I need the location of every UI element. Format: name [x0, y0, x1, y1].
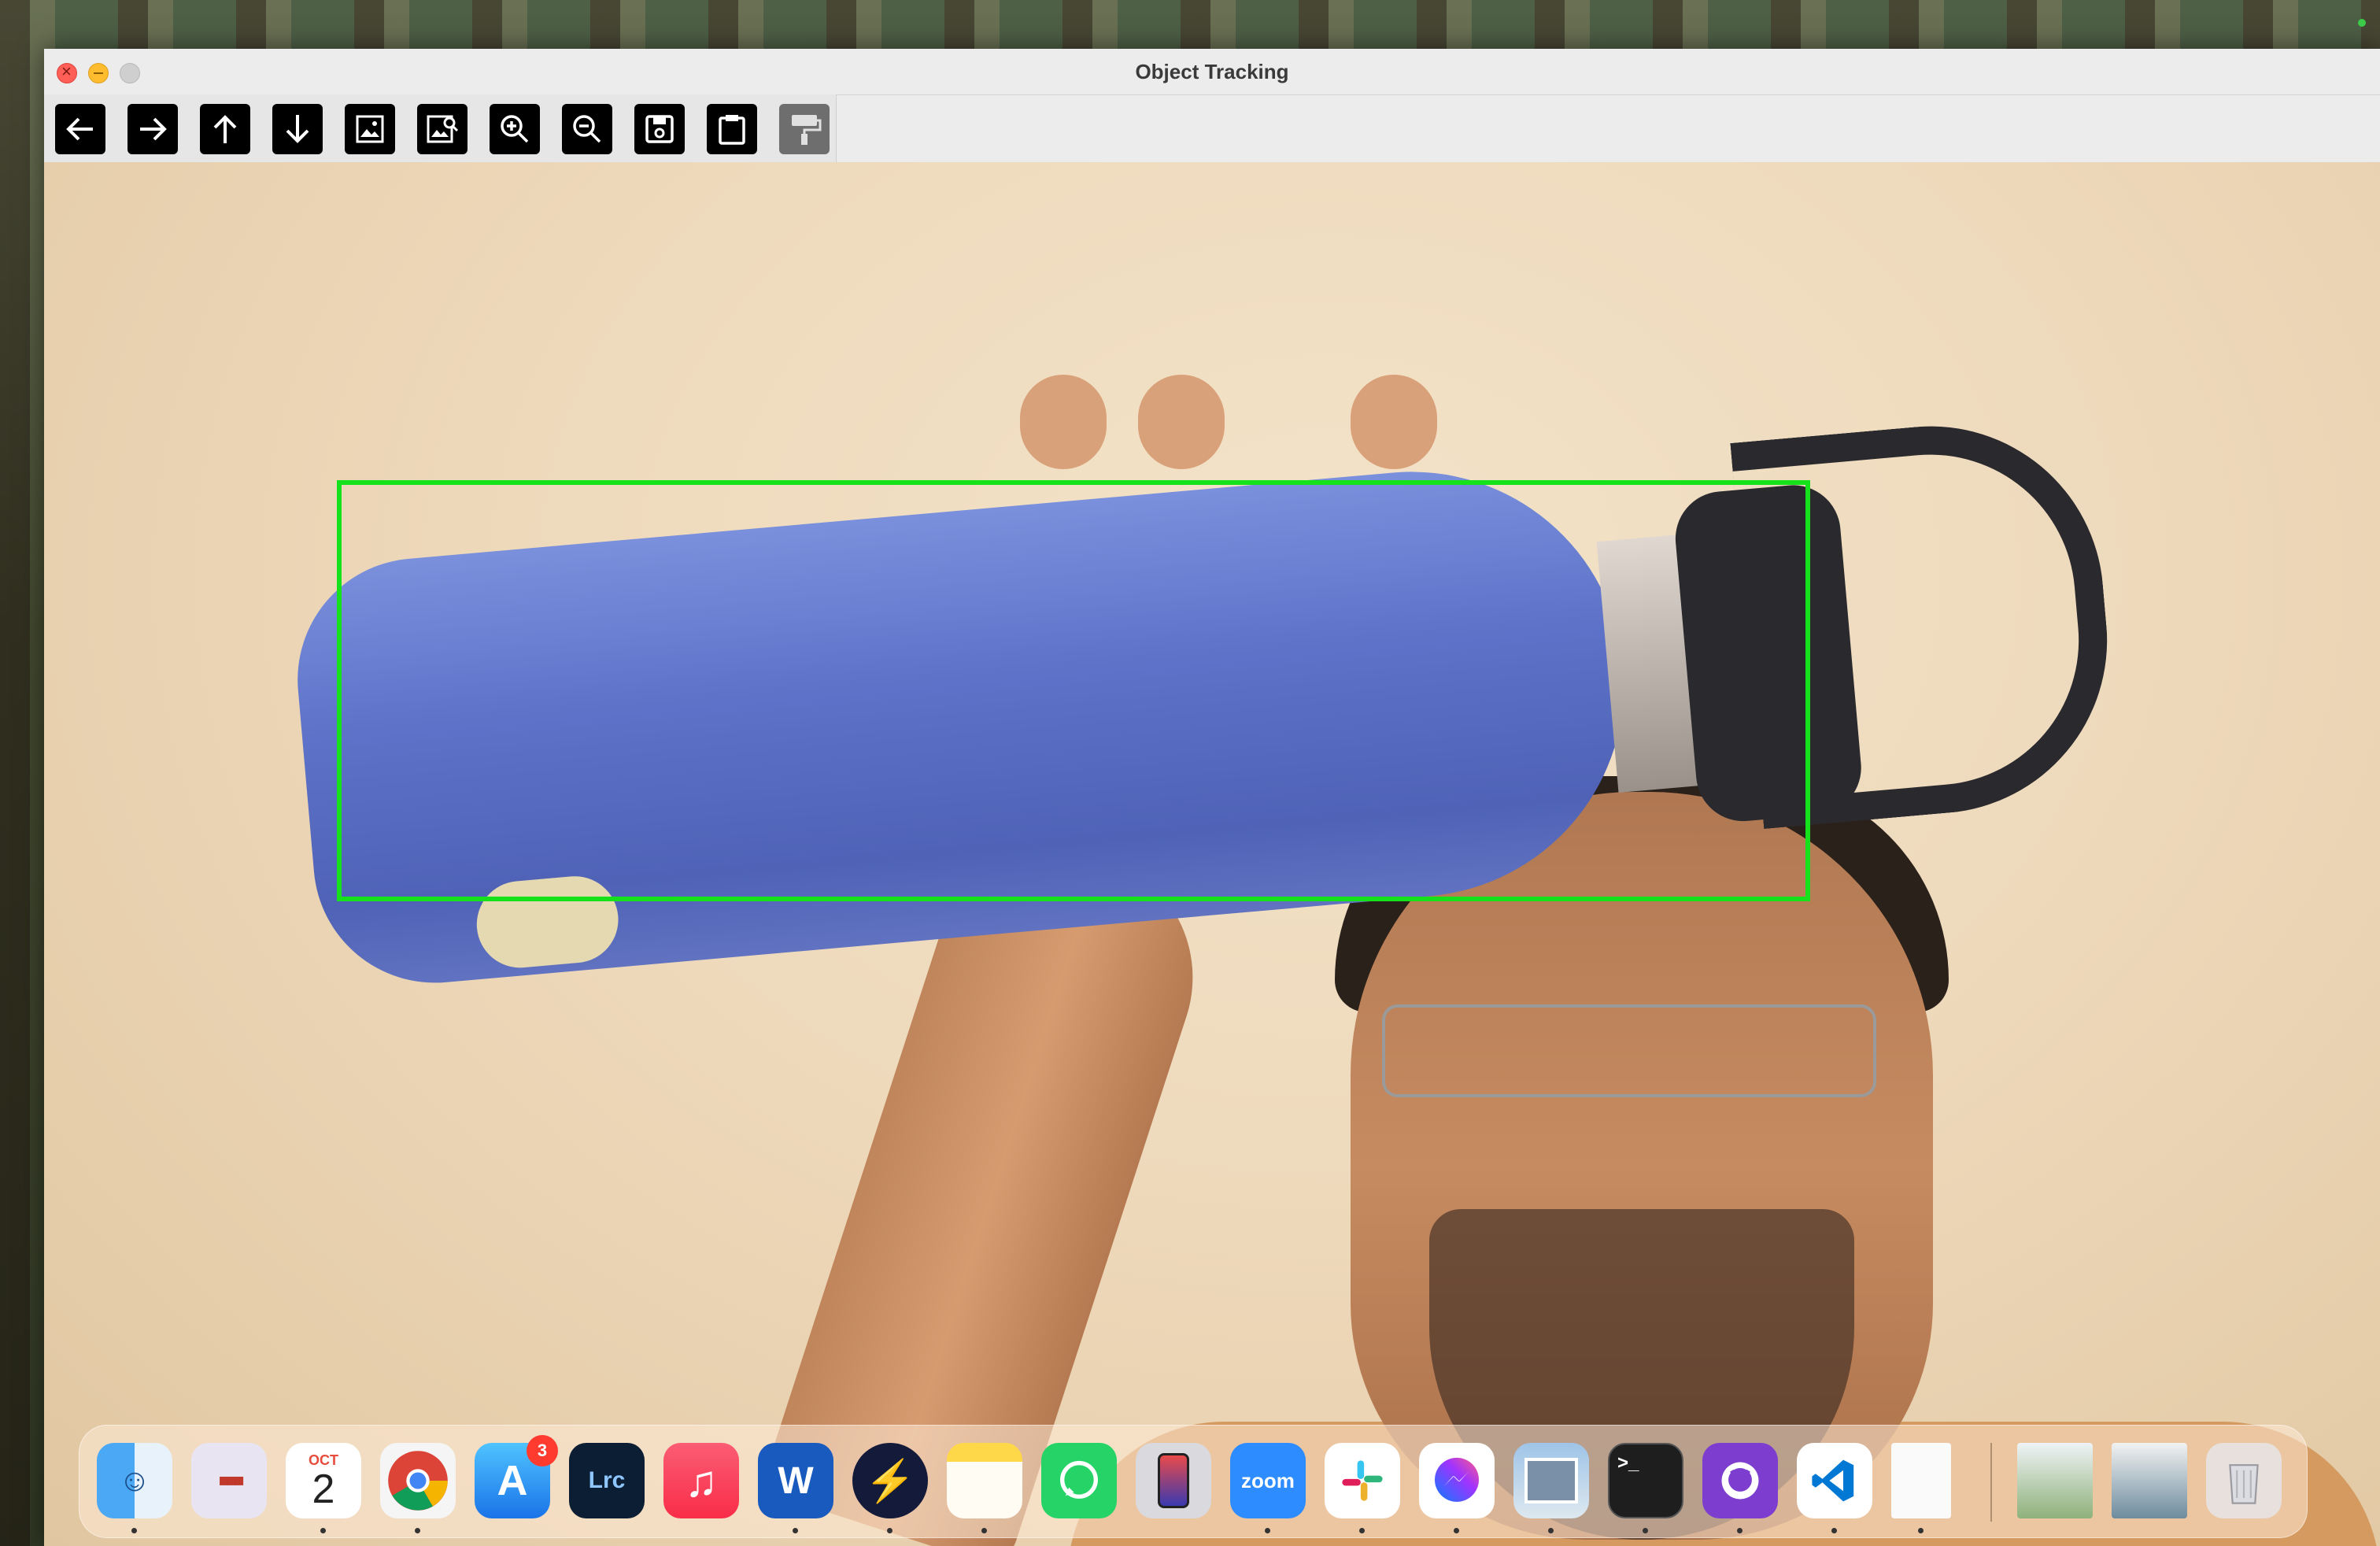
video-frame: [44, 162, 2380, 1546]
running-indicator: [1265, 1528, 1270, 1533]
running-indicator: [1359, 1528, 1365, 1533]
image-button[interactable]: [345, 104, 395, 154]
running-indicator: [1454, 1528, 1459, 1533]
running-indicator: [981, 1528, 987, 1533]
terminal-icon[interactable]: >_: [1608, 1443, 1683, 1518]
calendar-icon[interactable]: OCT 2: [286, 1443, 361, 1518]
zoom-out-icon: [573, 115, 601, 143]
running-indicator: [1918, 1528, 1924, 1533]
running-indicator: [1737, 1528, 1743, 1533]
image-search-icon: [427, 115, 459, 143]
app-store-icon[interactable]: A 3: [475, 1435, 558, 1518]
running-indicator: [887, 1528, 893, 1533]
arrow-down-icon: [286, 115, 309, 143]
github-icon[interactable]: [1702, 1443, 1778, 1518]
iphone-icon[interactable]: [1136, 1443, 1211, 1518]
forward-button[interactable]: [128, 104, 178, 154]
save-button[interactable]: [634, 104, 685, 154]
arrow-up-icon: [213, 115, 237, 143]
toolbar: [44, 94, 837, 162]
running-indicator: [1548, 1528, 1554, 1533]
zoom-out-button[interactable]: [562, 104, 612, 154]
title-bar[interactable]: Object Tracking: [44, 49, 2380, 95]
arrow-left-icon: [66, 117, 93, 141]
trash-icon[interactable]: [2206, 1443, 2282, 1518]
running-indicator: [320, 1528, 326, 1533]
save-icon: [645, 115, 674, 143]
messenger-icon[interactable]: [1419, 1443, 1495, 1518]
running-indicator: [1643, 1528, 1648, 1533]
running-indicator: [1831, 1528, 1837, 1533]
chrome-icon[interactable]: [380, 1443, 456, 1518]
running-indicator: [131, 1528, 137, 1533]
slack-icon[interactable]: [1325, 1443, 1400, 1518]
properties-button[interactable]: [779, 104, 830, 154]
object-tracking-window: Object Tracking: [44, 49, 2380, 1546]
tracking-bounding-box: [337, 480, 1810, 901]
finder-icon[interactable]: ☺: [97, 1443, 172, 1518]
image-icon: [356, 115, 384, 143]
dock: ☺ ▪▪▪ OCT 2 A 3 Lrc ♫ W ⚡ zoom >_: [79, 1425, 2308, 1538]
word-icon[interactable]: W: [758, 1443, 833, 1518]
down-button[interactable]: [272, 104, 323, 154]
thumbnail-icon[interactable]: [2112, 1443, 2187, 1518]
whatsapp-icon[interactable]: [1041, 1443, 1117, 1518]
thumbnail-icon[interactable]: [2017, 1443, 2093, 1518]
paint-roller-icon: [792, 115, 822, 145]
clipboard-icon: [719, 115, 745, 145]
preview-icon[interactable]: [1513, 1443, 1589, 1518]
fingers: [1020, 375, 1461, 469]
document-icon[interactable]: [1891, 1443, 1951, 1518]
music-icon[interactable]: ♫: [663, 1443, 739, 1518]
notes-icon[interactable]: [947, 1443, 1022, 1518]
status-dot: [2358, 19, 2366, 27]
zoom-app-icon[interactable]: zoom: [1230, 1443, 1306, 1518]
zoom-in-button[interactable]: [490, 104, 540, 154]
notification-badge: 3: [527, 1435, 558, 1466]
up-button[interactable]: [200, 104, 250, 154]
back-button[interactable]: [55, 104, 105, 154]
window-title: Object Tracking: [1135, 60, 1289, 83]
running-indicator: [793, 1528, 798, 1533]
arrow-right-icon: [140, 117, 167, 141]
zoom-in-icon: [501, 115, 529, 143]
launchpad-icon[interactable]: ▪▪▪: [191, 1443, 267, 1518]
image-properties-button[interactable]: [417, 104, 468, 154]
vscode-icon[interactable]: [1797, 1443, 1872, 1518]
glasses: [1382, 1004, 1876, 1097]
dock-separator: [1990, 1443, 1992, 1522]
copy-button[interactable]: [707, 104, 757, 154]
bolt-icon[interactable]: ⚡: [852, 1443, 928, 1518]
running-indicator: [415, 1528, 420, 1533]
lightroom-icon[interactable]: Lrc: [569, 1443, 645, 1518]
calendar-day: 2: [312, 1466, 335, 1512]
